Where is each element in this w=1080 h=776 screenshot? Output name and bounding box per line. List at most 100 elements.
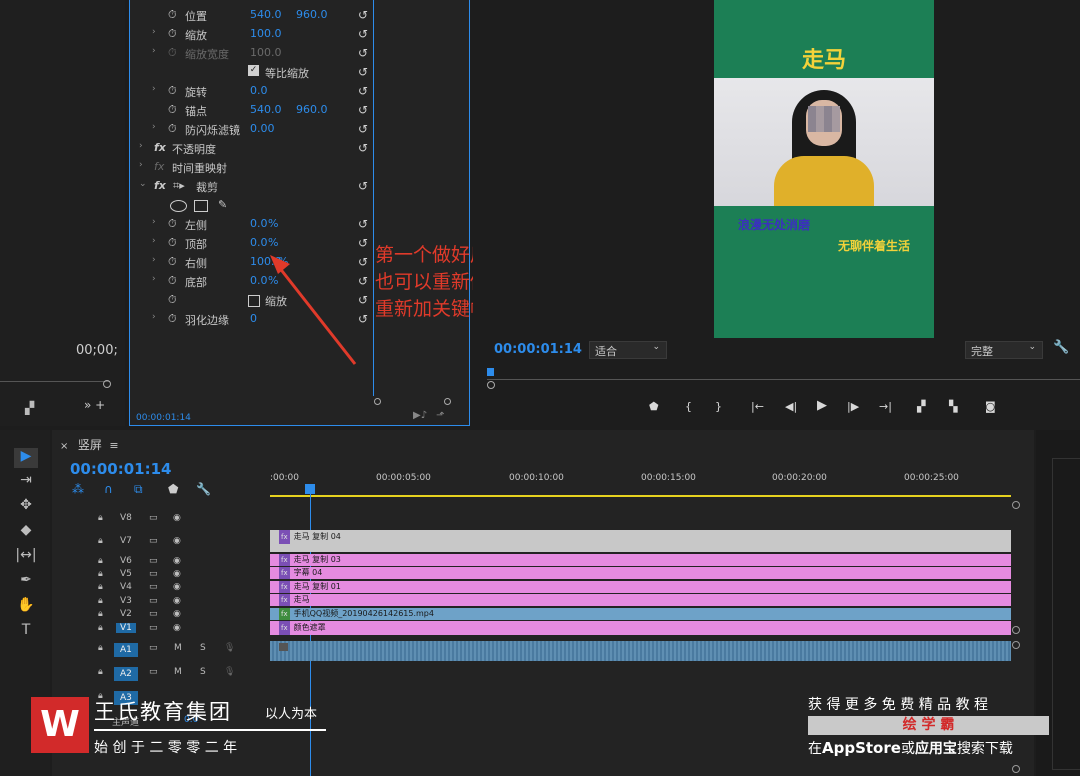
reset-icon[interactable]: ↺ — [358, 274, 368, 288]
sync-icon[interactable]: ▭ — [149, 556, 158, 566]
track-label[interactable]: V1 — [116, 623, 136, 633]
reset-icon[interactable]: ↺ — [358, 122, 368, 136]
track-label[interactable]: A2 — [114, 667, 138, 681]
fx-icon[interactable]: fx — [154, 141, 166, 154]
position-y-value[interactable]: 960.0 — [296, 8, 328, 21]
type-icon[interactable]: T — [14, 622, 38, 642]
go-to-in-icon[interactable]: |← — [751, 400, 764, 413]
scroll-handle[interactable] — [1012, 765, 1020, 773]
expand-chevron-icon[interactable]: › — [139, 160, 143, 170]
play-icon[interactable]: ▶ — [817, 398, 827, 413]
program-scrub-handle[interactable] — [487, 381, 495, 389]
position-x-value[interactable]: 540.0 — [250, 8, 282, 21]
lock-icon[interactable]: 🔒︎ — [98, 556, 103, 566]
eye-icon[interactable]: ◉ — [173, 556, 181, 566]
camera-icon[interactable]: ◙ — [985, 400, 996, 413]
clip-v6[interactable]: fx 走马 复制 03 — [270, 554, 1011, 566]
reset-icon[interactable]: ↺ — [358, 255, 368, 269]
export-icon[interactable]: ⬏ — [436, 410, 444, 421]
stopwatch-icon[interactable]: ⏱ — [168, 217, 177, 231]
linked-select-icon[interactable]: ⧉ — [134, 482, 143, 497]
clip-v5[interactable]: fx 字幕 04 — [270, 567, 1011, 579]
reset-icon[interactable]: ↺ — [358, 179, 368, 193]
timeline-timecode[interactable]: 00:00:01:14 — [70, 460, 172, 478]
lock-icon[interactable]: 🔒︎ — [98, 513, 103, 523]
reset-icon[interactable]: ↺ — [358, 46, 368, 60]
rotation-value[interactable]: 0.0 — [250, 84, 268, 97]
crop-right-value[interactable]: 100.0 — [250, 255, 282, 268]
selection-tool-icon[interactable]: ▶ — [14, 448, 38, 468]
program-timecode[interactable]: 00:00:01:14 — [494, 342, 582, 357]
close-icon[interactable]: × — [60, 441, 68, 452]
clip-v3[interactable]: fx 走马 — [270, 594, 1011, 606]
clip-v2[interactable]: fx 手机QQ视频_20190426142615.mp4 — [270, 608, 1011, 620]
expand-chevron-icon[interactable]: › — [152, 274, 156, 284]
expand-chevron-icon[interactable]: › — [152, 236, 156, 246]
mark-out-icon[interactable]: } — [715, 400, 722, 413]
feather-value[interactable]: 0 — [250, 312, 257, 325]
expand-chevron-icon[interactable]: › — [152, 312, 156, 322]
button-editor-icon[interactable]: » + — [84, 398, 105, 412]
sync-icon[interactable]: ▭ — [149, 609, 158, 619]
track-a1[interactable]: 🔒︎ A1 ▭ M S 🎙︎ — [54, 643, 268, 663]
menu-icon[interactable]: ≡ — [109, 439, 118, 452]
step-back-icon[interactable]: ◀| — [785, 400, 797, 413]
lock-icon[interactable]: 🔒︎ — [98, 623, 103, 633]
reset-icon[interactable]: ↺ — [358, 8, 368, 22]
crop-bottom-value[interactable]: 0.0 — [250, 274, 268, 287]
track-v2[interactable]: 🔒︎ V2 ▭ ◉ — [54, 609, 268, 622]
scroll-handle[interactable] — [1012, 501, 1020, 509]
reset-icon[interactable]: ↺ — [358, 217, 368, 231]
track-v3[interactable]: 🔒︎ V3 ▭ ◉ — [54, 596, 268, 609]
lock-icon[interactable]: 🔒︎ — [98, 609, 103, 619]
lock-icon[interactable]: 🔒︎ — [98, 667, 103, 677]
sync-icon[interactable]: ▭ — [149, 623, 158, 633]
clip-v1[interactable]: fx 颜色遮罩 — [270, 621, 1011, 635]
reset-icon[interactable]: ↺ — [358, 141, 368, 155]
track-v6[interactable]: 🔒︎ V6 ▭ ◉ — [54, 556, 268, 569]
expand-chevron-icon[interactable]: › — [152, 122, 156, 132]
reset-icon[interactable]: ↺ — [358, 84, 368, 98]
zoom-checkbox[interactable] — [248, 295, 260, 307]
clip-a1[interactable] — [270, 641, 1011, 661]
marker-icon[interactable]: ⬟ — [168, 482, 178, 496]
stopwatch-icon[interactable]: ⏱ — [168, 84, 177, 98]
anchor-x-value[interactable]: 540.0 — [250, 103, 282, 116]
eye-icon[interactable]: ◉ — [173, 582, 181, 592]
crop-top-value[interactable]: 0.0 — [250, 236, 268, 249]
go-to-out-icon[interactable]: →| — [879, 400, 892, 413]
ripple-edit-icon[interactable]: ✥ — [14, 497, 38, 517]
lock-icon[interactable]: 🔒︎ — [98, 596, 103, 606]
rectangle-mask-icon[interactable] — [194, 200, 208, 212]
ellipse-mask-icon[interactable] — [170, 200, 187, 212]
fit-dropdown[interactable]: 适合 ⌄ — [589, 341, 667, 359]
snap-icon[interactable]: ∩ — [104, 482, 113, 496]
pen-mask-icon[interactable]: ✎ — [218, 198, 227, 211]
lift-icon[interactable]: ▞ — [917, 400, 925, 413]
mic-icon[interactable]: 🎙︎ — [224, 667, 235, 677]
settings-wrench-icon[interactable]: 🔧 — [196, 482, 211, 496]
razor-icon[interactable]: ◆ — [14, 522, 38, 542]
reset-icon[interactable]: ↺ — [358, 312, 368, 326]
stopwatch-icon[interactable]: ⏱ — [168, 8, 177, 22]
expand-chevron-icon[interactable]: › — [152, 217, 156, 227]
expand-chevron-icon[interactable]: › — [152, 27, 156, 37]
anchor-y-value[interactable]: 960.0 — [296, 103, 328, 116]
sync-icon[interactable]: ▭ — [149, 596, 158, 606]
sync-icon[interactable]: ▭ — [149, 667, 158, 677]
expand-chevron-icon[interactable]: › — [152, 84, 156, 94]
track-v8[interactable]: 🔒︎ V8 ▭ ◉ — [54, 513, 268, 531]
stopwatch-icon[interactable]: ⏱ — [168, 122, 177, 136]
stopwatch-icon[interactable]: ⏱ — [168, 103, 177, 117]
clip-v4[interactable]: fx 走马 复制 01 — [270, 581, 1011, 593]
stopwatch-icon[interactable]: ⏱ — [168, 255, 177, 269]
track-label[interactable]: A1 — [114, 643, 138, 657]
extract-icon[interactable]: ▚ — [949, 400, 957, 413]
sync-icon[interactable]: ▭ — [149, 513, 158, 523]
eye-icon[interactable]: ◉ — [173, 513, 181, 523]
anti-flicker-value[interactable]: 0.00 — [250, 122, 275, 135]
pen-icon[interactable]: ✒ — [14, 572, 38, 592]
fx-icon[interactable]: fx — [154, 179, 166, 192]
slip-icon[interactable]: |↔| — [14, 547, 38, 567]
lock-icon[interactable]: 🔒︎ — [98, 643, 103, 653]
